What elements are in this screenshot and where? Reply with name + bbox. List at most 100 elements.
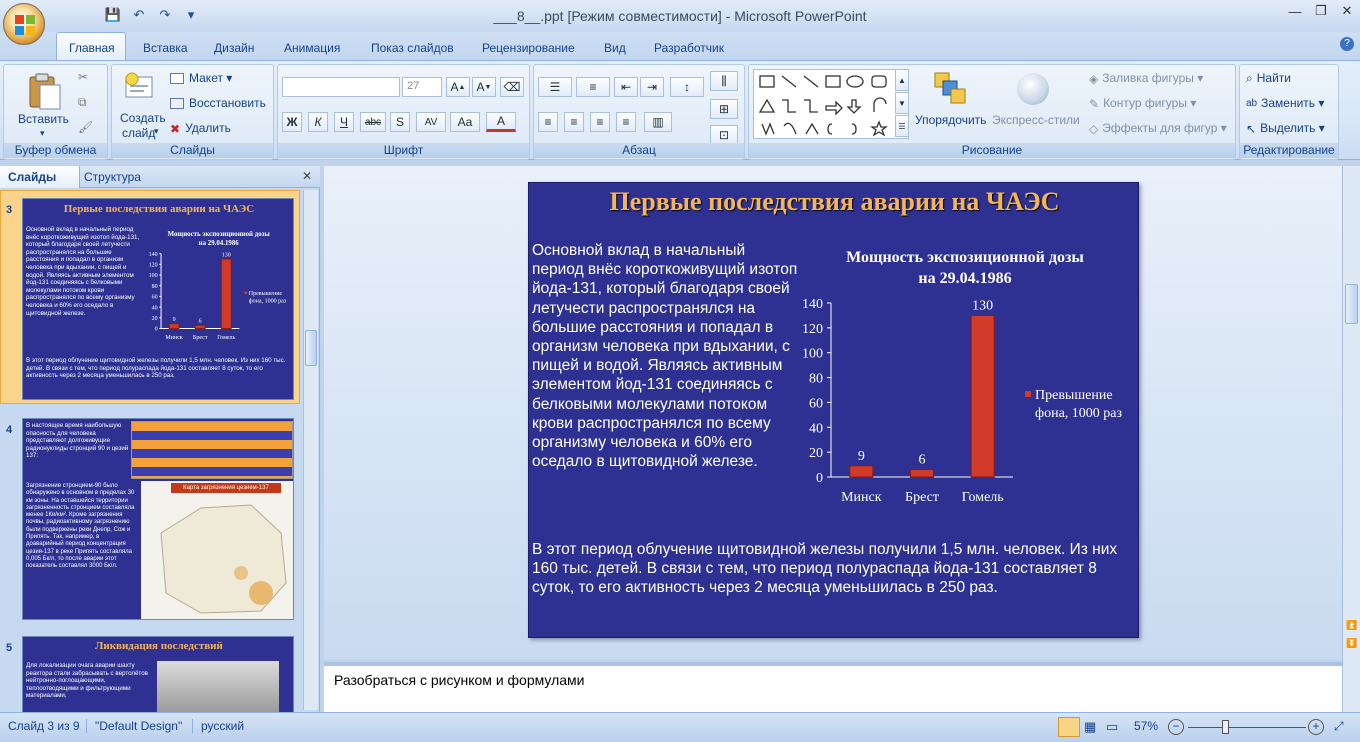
- office-button[interactable]: [3, 3, 45, 45]
- shape-effects-button[interactable]: ◇ Эффекты для фигур ▾: [1089, 121, 1227, 136]
- zoom-level[interactable]: 57%: [1134, 719, 1158, 733]
- zoom-slider[interactable]: [1188, 727, 1306, 728]
- delete-button[interactable]: ✖ Удалить: [170, 121, 231, 136]
- grow-font-icon[interactable]: A ▲: [446, 77, 470, 97]
- cut-icon[interactable]: ✂: [78, 70, 88, 84]
- normal-view-icon[interactable]: [1058, 717, 1080, 737]
- slide-canvas[interactable]: Первые последствия аварии на ЧАЭС Основн…: [528, 182, 1139, 638]
- shadow-button[interactable]: S: [390, 112, 410, 132]
- prev-slide-icon[interactable]: ⏫: [1346, 620, 1357, 631]
- tab-slideshow[interactable]: Показ слайдов: [371, 41, 454, 55]
- thumb-4[interactable]: В настоящее время наибольшую опасность д…: [22, 418, 294, 620]
- columns-icon[interactable]: ▥: [644, 112, 672, 132]
- notes-text[interactable]: Разобраться с рисунком и формулами: [334, 672, 585, 688]
- underline-button[interactable]: Ч: [334, 112, 354, 132]
- italic-button[interactable]: К: [308, 112, 328, 132]
- arrange-icon[interactable]: [933, 71, 967, 105]
- zoom-in-icon[interactable]: +: [1308, 719, 1324, 735]
- replace-button[interactable]: ab Заменить ▾: [1246, 96, 1324, 110]
- tab-insert[interactable]: Вставка: [143, 41, 188, 55]
- tab-design[interactable]: Дизайн: [214, 41, 254, 55]
- align-text-icon[interactable]: ⊞: [710, 99, 738, 119]
- slide-bottom-text[interactable]: В этот период облучение щитовидной желез…: [532, 540, 1137, 598]
- tab-review[interactable]: Рецензирование: [482, 41, 575, 55]
- editor-scrollbar[interactable]: ⏫ ⏬: [1342, 166, 1360, 712]
- font-color-button[interactable]: A: [486, 112, 516, 132]
- shape-fill-button[interactable]: ◈ Заливка фигуры ▾: [1089, 71, 1203, 86]
- quick-styles-icon[interactable]: [1017, 73, 1049, 105]
- exposure-chart[interactable]: Мощность экспозиционной дозы на 29.04.198…: [789, 241, 1139, 521]
- quick-styles-button[interactable]: Экспресс-стили: [992, 113, 1080, 127]
- ribbon: Вставить ▾ ✂ ⧉ 🖌 Буфер обмена Создать сл…: [0, 60, 1360, 160]
- change-case-button[interactable]: Aa: [450, 112, 480, 132]
- notes-pane[interactable]: Разобраться с рисунком и формулами: [324, 662, 1342, 712]
- align-center-icon[interactable]: ≡: [564, 112, 584, 132]
- new-slide-dropdown-icon[interactable]: ▾: [154, 126, 159, 137]
- tab-home[interactable]: Главная: [69, 41, 115, 55]
- format-painter-icon[interactable]: 🖌: [78, 120, 93, 134]
- panel-close-icon[interactable]: ✕: [302, 169, 312, 183]
- smartart-icon[interactable]: ⊡: [710, 125, 738, 145]
- char-spacing-button[interactable]: AV: [416, 112, 446, 132]
- justify-icon[interactable]: ≡: [616, 112, 636, 132]
- tab-slides-panel[interactable]: Слайды: [0, 166, 80, 188]
- bold-button[interactable]: Ж: [282, 112, 302, 132]
- shrink-font-icon[interactable]: A ▼: [472, 77, 496, 97]
- slide-sorter-icon[interactable]: ▦: [1084, 719, 1096, 735]
- help-icon[interactable]: ?: [1340, 37, 1354, 51]
- tab-animation[interactable]: Анимация: [284, 41, 340, 55]
- slide-title[interactable]: Первые последствия аварии на ЧАЭС: [529, 187, 1140, 217]
- strikethrough-button[interactable]: abc: [360, 112, 386, 132]
- paste-dropdown-icon[interactable]: ▾: [40, 128, 45, 139]
- thumb-5[interactable]: Ликвидация последствий Для локализации о…: [22, 636, 294, 713]
- gallery-up-icon[interactable]: ▲: [895, 69, 909, 91]
- gallery-more-icon[interactable]: ☰: [895, 115, 909, 137]
- editor-scroll-thumb[interactable]: [1345, 284, 1358, 324]
- new-slide-button-line2[interactable]: слайд: [122, 126, 155, 140]
- tab-developer[interactable]: Разработчик: [654, 41, 724, 55]
- next-slide-icon[interactable]: ⏬: [1346, 638, 1357, 649]
- line-spacing-icon[interactable]: ↕: [670, 77, 704, 97]
- align-right-icon[interactable]: ≡: [590, 112, 610, 132]
- clear-format-icon[interactable]: ⌫: [500, 77, 524, 97]
- minimize-button[interactable]: —: [1282, 0, 1308, 22]
- thumb-3-bottom: В этот период облучение щитовидной желез…: [26, 357, 286, 380]
- arrange-button[interactable]: Упорядочить: [915, 113, 986, 127]
- data-label: 130: [222, 252, 231, 258]
- data-label: 9: [173, 317, 176, 323]
- select-button[interactable]: ↖ Выделить ▾: [1246, 121, 1325, 136]
- restore-button[interactable]: ❐: [1308, 0, 1334, 22]
- fit-to-window-icon[interactable]: ⤢: [1334, 719, 1344, 734]
- shapes-gallery[interactable]: [753, 69, 909, 139]
- slide-body-text[interactable]: Основной вклад в начальный период внёс к…: [532, 241, 800, 471]
- panel-scrollbar[interactable]: [303, 190, 318, 710]
- paste-icon[interactable]: [26, 71, 62, 111]
- font-name-input[interactable]: [282, 77, 400, 97]
- thumb-5-text: Для локализации очага аварии шахту реакт…: [26, 662, 148, 700]
- decrease-indent-icon[interactable]: ⇤: [614, 77, 638, 97]
- font-size-input[interactable]: 27: [402, 77, 442, 97]
- tab-view[interactable]: Вид: [604, 41, 626, 55]
- zoom-slider-thumb[interactable]: [1222, 720, 1229, 734]
- close-button[interactable]: ✕: [1334, 0, 1360, 22]
- chart-title: Мощность экспозиционной дозы: [846, 249, 1084, 266]
- panel-scroll-thumb[interactable]: [305, 330, 317, 366]
- reset-button[interactable]: Восстановить: [170, 96, 266, 110]
- tab-outline-panel[interactable]: Структура: [84, 170, 141, 184]
- gallery-down-icon[interactable]: ▼: [895, 92, 909, 114]
- new-slide-icon[interactable]: [124, 71, 154, 101]
- find-button[interactable]: ⌕ Найти: [1246, 71, 1291, 86]
- new-slide-button[interactable]: Создать: [120, 111, 166, 125]
- zoom-out-icon[interactable]: −: [1168, 719, 1184, 735]
- slideshow-view-icon[interactable]: ▭: [1106, 719, 1118, 735]
- align-left-icon[interactable]: ≡: [538, 112, 558, 132]
- bullets-icon[interactable]: ☰: [538, 77, 572, 97]
- increase-indent-icon[interactable]: ⇥: [640, 77, 664, 97]
- copy-icon[interactable]: ⧉: [78, 95, 87, 110]
- layout-button[interactable]: Макет ▾: [170, 71, 232, 85]
- thumb-3[interactable]: Первые последствия аварии на ЧАЭС Основн…: [22, 198, 294, 400]
- paste-button[interactable]: Вставить: [18, 112, 69, 126]
- text-direction-icon[interactable]: ⫼: [710, 71, 738, 91]
- numbering-icon[interactable]: ≡: [576, 77, 610, 97]
- shape-outline-button[interactable]: ✎ Контур фигуры ▾: [1089, 96, 1196, 111]
